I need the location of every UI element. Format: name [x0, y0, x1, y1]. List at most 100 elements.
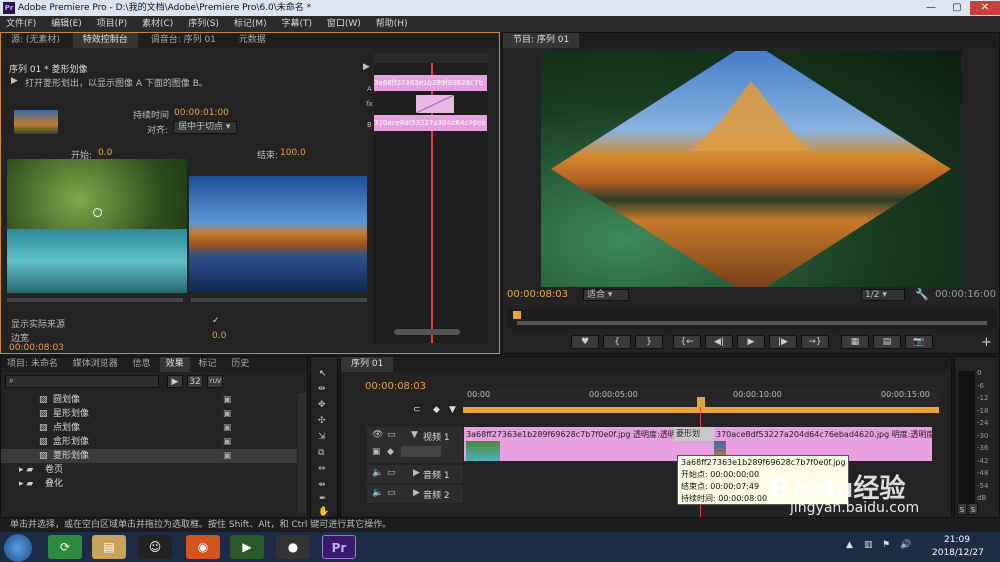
rate-stretch-tool-icon[interactable]: ⇲	[318, 432, 326, 442]
mini-scrollbar[interactable]	[394, 329, 460, 335]
snap-icon[interactable]: ⊂	[413, 405, 421, 415]
tab-effects[interactable]: 效果	[159, 357, 190, 372]
audio2-lock-icon[interactable]: ▭	[387, 488, 396, 498]
minimize-button[interactable]: —	[918, 1, 944, 15]
lock-icon[interactable]: ▭	[387, 430, 396, 440]
marker-icon[interactable]: ▼	[449, 405, 456, 415]
menu-help[interactable]: 帮助(H)	[376, 19, 408, 29]
start-value[interactable]: 0.0	[98, 148, 112, 158]
timeline-playhead-handle[interactable]	[697, 397, 705, 407]
effects-list-item[interactable]: ▨ 菱形划像 ▣	[1, 449, 297, 463]
mini-ruler[interactable]	[374, 53, 488, 63]
pen-tool-icon[interactable]: ✒	[319, 494, 327, 504]
selection-tool-icon[interactable]: ↖	[319, 369, 327, 379]
audio2-expand-icon[interactable]: ▶	[413, 488, 420, 498]
maximize-button[interactable]: ▢	[944, 1, 970, 15]
mark-in-button[interactable]: {	[603, 335, 631, 349]
duration-value[interactable]: 00:00:01:00	[174, 108, 229, 118]
close-button[interactable]: ✕	[970, 1, 1000, 15]
mini-clip-b[interactable]: 370ace8df53227a204d64c76eb	[374, 115, 487, 131]
effects-list-item[interactable]: ▨ 盒形划像 ▣	[1, 435, 297, 449]
menu-file[interactable]: 文件(F)	[6, 19, 36, 29]
play-button[interactable]: ▶	[737, 335, 765, 349]
wrench-icon[interactable]: 🔧	[915, 288, 929, 301]
effects-list-item[interactable]: ▨ 点划像 ▣	[1, 421, 297, 435]
tray-expand-icon[interactable]: ▲	[846, 540, 853, 550]
firefox-icon[interactable]: ◉	[186, 535, 220, 559]
go-to-in-button[interactable]: {←	[673, 335, 701, 349]
tab-media-browser[interactable]: 媒体浏览器	[67, 357, 124, 372]
recorder-icon[interactable]: ●	[276, 535, 310, 559]
camtasia-icon[interactable]: ▶	[230, 535, 264, 559]
rolling-edit-tool-icon[interactable]: ✣	[318, 416, 326, 426]
add-button-icon[interactable]: +	[981, 335, 992, 350]
show-actual-checkbox[interactable]: ✓	[212, 316, 220, 326]
border-width-value[interactable]: 0.0	[212, 331, 226, 341]
solo-left-button[interactable]: S	[957, 503, 967, 515]
start-button[interactable]	[4, 534, 32, 562]
go-to-out-button[interactable]: →}	[801, 335, 829, 349]
slide-tool-icon[interactable]: ⇴	[318, 480, 326, 490]
network-icon[interactable]: ▥	[864, 540, 873, 550]
premiere-taskbar-icon[interactable]: Pr	[322, 535, 356, 559]
program-video[interactable]	[541, 51, 961, 287]
eye-icon[interactable]: 👁	[372, 430, 383, 440]
expand-track-icon[interactable]: ▼	[411, 430, 418, 440]
explorer-icon[interactable]: ▤	[92, 535, 126, 559]
work-area-bar[interactable]	[463, 407, 939, 413]
resolution-dropdown[interactable]: 1/2 ▾	[861, 289, 905, 301]
track-select-tool-icon[interactable]: ⇹	[318, 384, 326, 394]
menu-edit[interactable]: 编辑(E)	[51, 19, 82, 29]
menu-clip[interactable]: 素材(C)	[142, 19, 173, 29]
mark-out-button[interactable]: }	[635, 335, 663, 349]
program-playhead[interactable]	[513, 311, 521, 319]
mini-transition[interactable]	[416, 95, 454, 113]
menu-project[interactable]: 项目(P)	[97, 19, 127, 29]
end-value[interactable]: 100.0	[280, 148, 306, 158]
slider-start[interactable]	[7, 298, 183, 302]
menu-window[interactable]: 窗口(W)	[327, 19, 361, 29]
menu-sequence[interactable]: 序列(S)	[188, 19, 219, 29]
mini-clip-a[interactable]: 3a68ff27363e1b289f69628c7b	[374, 75, 487, 91]
ripple-edit-tool-icon[interactable]: ✥	[318, 400, 326, 410]
effects-list-item[interactable]: ▨ 星形划像 ▣	[1, 407, 297, 421]
effects-scrollbar[interactable]	[298, 393, 306, 513]
play-transition-icon[interactable]: ▶	[11, 76, 18, 86]
tab-history[interactable]: 历史	[225, 357, 255, 372]
align-dropdown[interactable]: 居中于切点 ▾	[173, 121, 237, 134]
slider-end[interactable]	[191, 298, 367, 302]
program-timecode[interactable]: 00:00:08:03	[507, 289, 568, 300]
solo-right-button[interactable]: S	[968, 503, 978, 515]
menu-marker[interactable]: 标记(M)	[234, 19, 267, 29]
zoom-dropdown[interactable]: 适合 ▾	[583, 289, 629, 301]
volume-icon[interactable]: 🔊	[900, 540, 911, 550]
transition-clip[interactable]: 菱形划	[674, 427, 714, 441]
effects-list-item[interactable]: ▨ 圆划像 ▣	[1, 393, 297, 407]
tab-markers[interactable]: 标记	[192, 357, 222, 372]
effects-folder[interactable]: ▸ ▰ 叠化	[1, 477, 297, 491]
menu-title[interactable]: 字幕(T)	[281, 19, 312, 29]
tab-metadata[interactable]: 元数据	[229, 33, 276, 48]
program-scrubber[interactable]	[507, 309, 997, 329]
slip-tool-icon[interactable]: ⇔	[318, 464, 326, 474]
effects-folder[interactable]: ▸ ▰ 卷页	[1, 463, 297, 477]
add-marker-button[interactable]: ♥	[571, 335, 599, 349]
lift-button[interactable]: ▦	[841, 335, 869, 349]
32bit-effects-button[interactable]: 32	[187, 375, 203, 388]
extract-button[interactable]: ▤	[873, 335, 901, 349]
audio1-lock-icon[interactable]: ▭	[387, 468, 396, 478]
speaker-icon[interactable]: 🔈	[372, 468, 383, 478]
tab-effect-controls[interactable]: 特效控制台	[72, 33, 138, 48]
yuv-effects-button[interactable]: YUV	[207, 375, 223, 388]
step-forward-button[interactable]: |▶	[769, 335, 797, 349]
export-frame-button[interactable]: 📷	[905, 335, 933, 349]
tab-source[interactable]: 源: (无素材)	[1, 33, 70, 48]
tab-sequence[interactable]: 序列 01	[341, 357, 394, 372]
timeline-timecode[interactable]: 00:00:08:03	[365, 381, 426, 392]
flag-icon[interactable]: ⚑	[882, 540, 890, 550]
audio1-expand-icon[interactable]: ▶	[413, 468, 420, 478]
effects-search-input[interactable]: ⌕	[5, 375, 159, 388]
expand-arrow-icon[interactable]: ▶	[363, 62, 370, 72]
step-back-button[interactable]: ◀|	[705, 335, 733, 349]
center-handle-icon[interactable]	[93, 208, 102, 217]
